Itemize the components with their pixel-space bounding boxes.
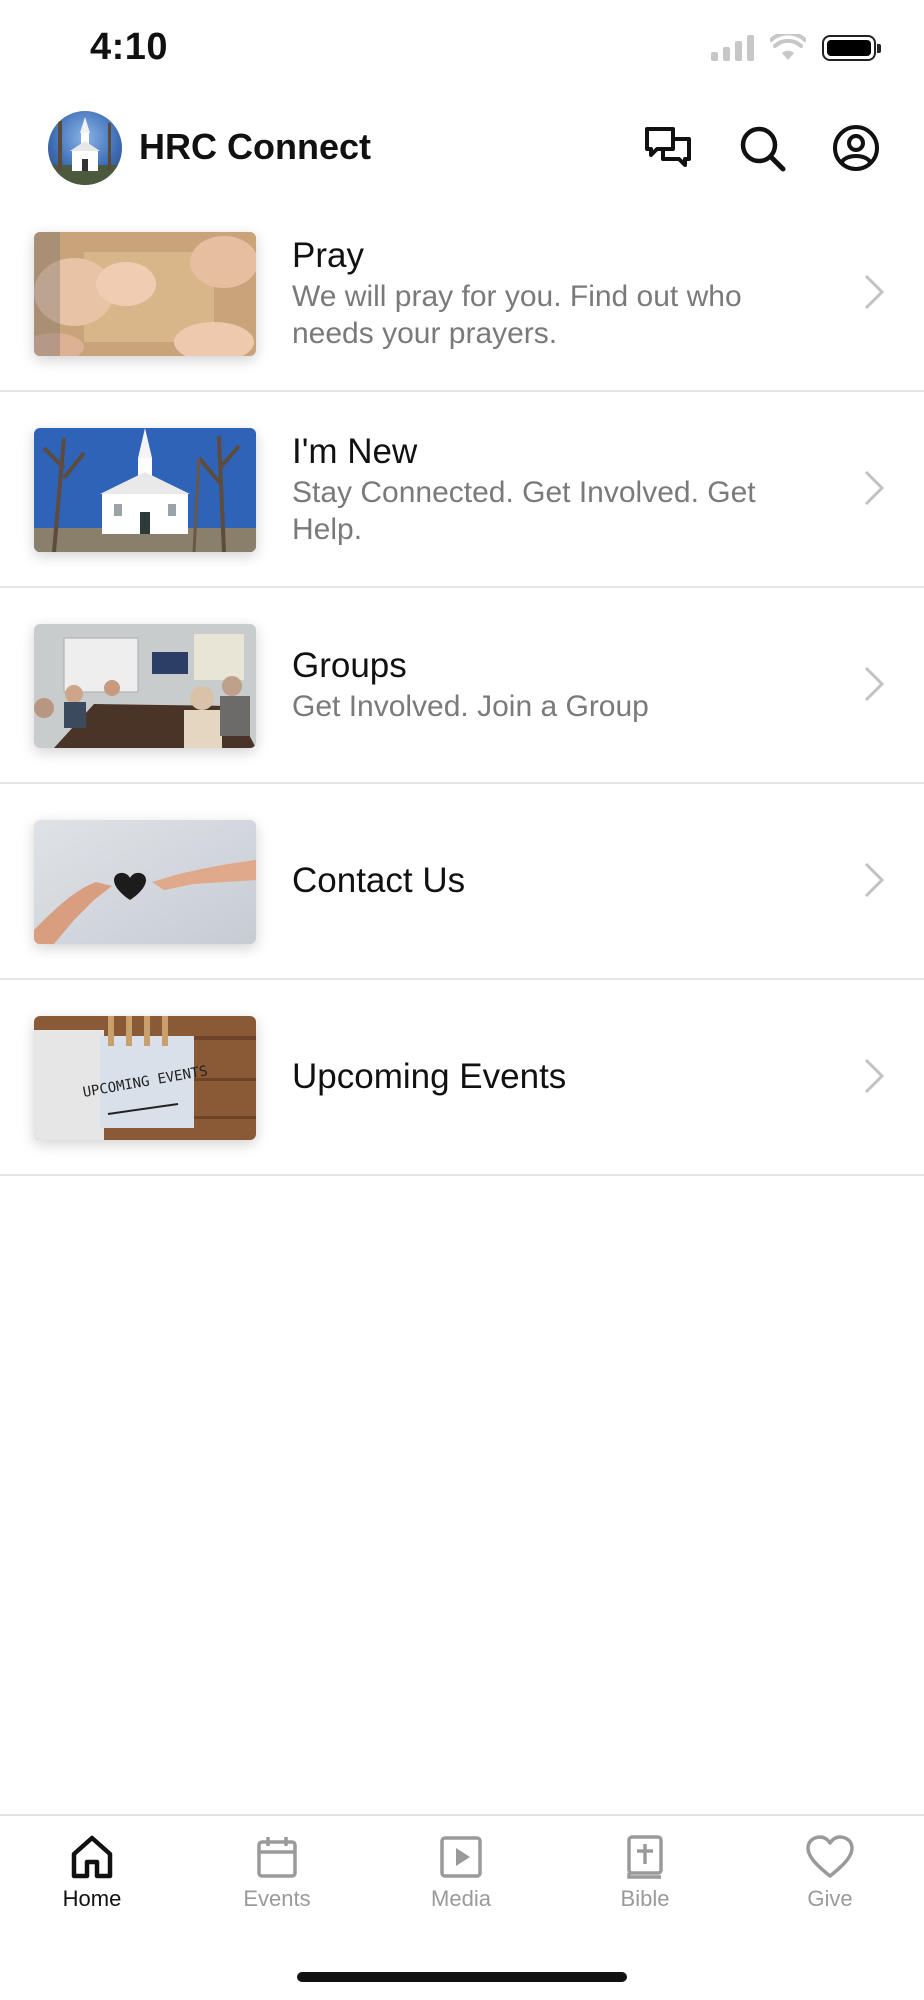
item-title: Pray (292, 235, 364, 275)
home-icon (71, 1835, 113, 1879)
item-title: Contact Us (292, 861, 466, 900)
status-bar: 4:10 (0, 0, 924, 100)
tab-label: Media (431, 1886, 491, 1911)
chat-icon (645, 127, 691, 167)
church-logo[interactable] (48, 111, 122, 185)
item-subtitle: We will pray for you. Find out who needs… (292, 279, 742, 350)
profile-icon (833, 125, 879, 171)
list-item-im-new[interactable]: I'm New Stay Connected. Get Involved. Ge… (0, 392, 924, 588)
item-title: Groups (292, 646, 407, 685)
groups-text: Groups Get Involved. Join a Group (292, 588, 812, 782)
list-item-contact-us[interactable]: Contact Us (0, 784, 924, 980)
upcoming-events-text: Upcoming Events (292, 980, 812, 1174)
list-item-upcoming-events[interactable]: UPCOMING EVENTS Upcoming Events (0, 980, 924, 1176)
tab-label: Give (807, 1886, 853, 1911)
home-indicator (297, 1972, 627, 1982)
item-title: I'm New (292, 431, 418, 471)
item-subtitle: Get Involved. Join a Group (292, 690, 649, 723)
header-actions (636, 116, 888, 180)
app-header: HRC Connect (0, 108, 924, 188)
play-icon (440, 1836, 482, 1878)
item-title: Upcoming Events (292, 1057, 567, 1096)
cellular-signal-icon (711, 35, 754, 61)
contact-us-thumbnail (34, 820, 256, 944)
search-button[interactable] (730, 116, 794, 180)
upcoming-events-thumbnail: UPCOMING EVENTS (34, 1016, 256, 1140)
groups-thumbnail (34, 624, 256, 748)
im-new-text: I'm New Stay Connected. Get Involved. Ge… (292, 392, 812, 586)
chevron-right-icon (864, 274, 885, 310)
search-icon (740, 126, 786, 172)
wifi-icon (770, 34, 806, 60)
tab-label: Events (243, 1886, 311, 1911)
tab-home[interactable]: Home (17, 1834, 167, 1912)
contact-us-text: Contact Us (292, 784, 812, 978)
battery-icon (822, 35, 881, 61)
pray-text: Pray We will pray for you. Find out who … (292, 196, 812, 390)
chevron-right-icon (864, 470, 885, 506)
tab-label: Home (62, 1886, 122, 1911)
profile-button[interactable] (824, 116, 888, 180)
tab-label: Bible (620, 1886, 670, 1911)
pray-thumbnail (34, 232, 256, 356)
messages-button[interactable] (636, 116, 700, 180)
list-item-pray[interactable]: Pray We will pray for you. Find out who … (0, 196, 924, 392)
im-new-thumbnail (34, 428, 256, 552)
status-time: 4:10 (90, 26, 169, 68)
tab-give[interactable]: Give (755, 1834, 905, 1912)
heart-icon (806, 1835, 854, 1878)
status-icons (711, 34, 881, 62)
tab-events[interactable]: Events (202, 1834, 352, 1912)
bible-icon (627, 1835, 663, 1879)
chevron-right-icon (864, 1058, 885, 1094)
chevron-right-icon (864, 862, 885, 898)
app-title: HRC Connect (139, 126, 371, 167)
item-subtitle: Stay Connected. Get Involved. Get Help. (292, 475, 756, 546)
list-item-groups[interactable]: Groups Get Involved. Join a Group (0, 588, 924, 784)
tab-media[interactable]: Media (386, 1834, 536, 1912)
menu-list: Pray We will pray for you. Find out who … (0, 196, 924, 1176)
chevron-right-icon (864, 666, 885, 702)
calendar-icon (257, 1837, 297, 1878)
tab-bible[interactable]: Bible (570, 1834, 720, 1912)
